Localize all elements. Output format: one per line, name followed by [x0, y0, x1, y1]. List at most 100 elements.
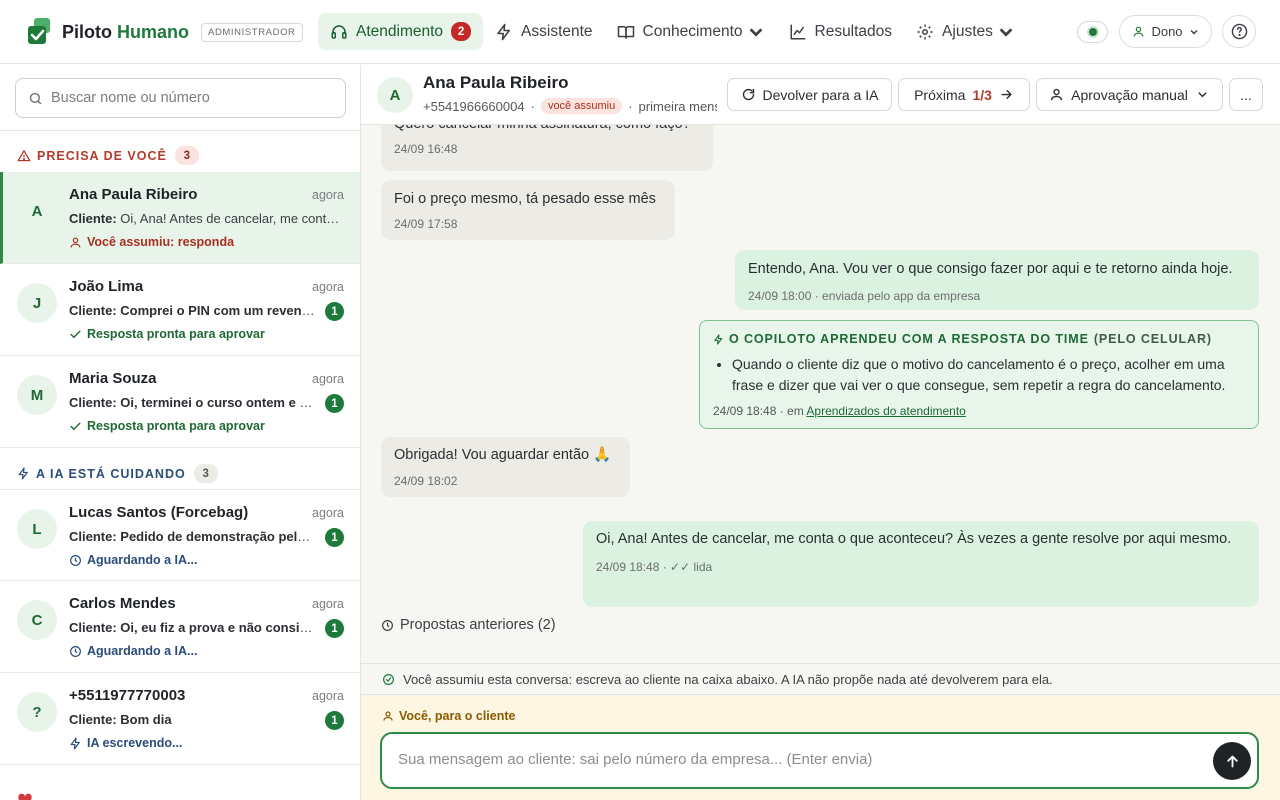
- chevron-down-icon: [1190, 29, 1198, 35]
- history-icon: [382, 619, 393, 631]
- atendimento-count-badge: 2: [451, 22, 472, 41]
- nav-ajustes[interactable]: Ajustes: [904, 13, 1027, 50]
- takeover-notice-text: Você assumiu esta conversa: escreva ao c…: [403, 671, 1053, 687]
- copilot-learning-card: O COPILOTO APRENDEU COM A RESPOSTA DO TI…: [699, 320, 1259, 429]
- refresh-icon: [742, 88, 754, 101]
- conversation-name: +5511977770003: [69, 687, 186, 704]
- clock-icon: [70, 554, 81, 566]
- conversation-time: agora: [312, 689, 344, 703]
- conversation-item[interactable]: L Lucas Santos (Forcebag) agora Cliente:…: [0, 489, 360, 581]
- headset-icon: [331, 24, 347, 39]
- contact-meta: +5541966660004 · você assumiu · primeira…: [423, 98, 717, 114]
- chevron-down-icon: [1198, 92, 1207, 98]
- learning-list: Quando o cliente diz que o motivo do can…: [732, 354, 1242, 396]
- message-time: 24/09 18:48 · ✓✓ lida: [596, 560, 713, 574]
- arrow-right-icon: [1001, 90, 1012, 99]
- message-text: Obrigada! Vou aguardar então 🙏: [394, 447, 612, 463]
- next-counter: 1/3: [972, 86, 992, 103]
- nav-conhecimento[interactable]: Conhecimento: [605, 13, 777, 50]
- section-needs-you-count: 3: [174, 146, 199, 165]
- conversation-status: IA escrevendo...: [69, 736, 182, 750]
- message-bubble-incoming: Obrigada! Vou aguardar então 🙏 24/09 18:…: [381, 437, 630, 497]
- conversation-item[interactable]: C Carlos Mendes agora Cliente: Oi, eu fi…: [0, 581, 360, 673]
- search-box[interactable]: [15, 78, 346, 118]
- conversation-item[interactable]: M Maria Souza agora Cliente: Oi, termine…: [0, 356, 360, 448]
- logo-icon: [26, 18, 52, 46]
- nav-resultados[interactable]: Resultados: [777, 13, 905, 50]
- conversation-preview: Cliente: Comprei o PIN com um revendedor…: [69, 303, 315, 318]
- section-ai-handling-title: A IA ESTÁ CUIDANDO: [36, 466, 186, 481]
- unread-badge: 1: [325, 528, 344, 547]
- search-icon: [29, 92, 42, 104]
- user-icon: [70, 237, 81, 247]
- bolt-icon: [497, 23, 511, 40]
- nav-ajustes-label: Ajustes: [942, 22, 993, 40]
- unread-badge: 1: [325, 619, 344, 638]
- avatar: L: [17, 509, 57, 549]
- message-time: 24/09 16:48: [394, 142, 458, 156]
- conversation-time: agora: [312, 188, 344, 202]
- avatar: A: [377, 77, 413, 113]
- conversation-item[interactable]: A Ana Paula Ribeiro agora Cliente: Oi, A…: [0, 172, 360, 264]
- message-bubble-incoming: Foi o preço mesmo, tá pesado esse mês 24…: [381, 180, 675, 240]
- next-conversation-button[interactable]: Próxima 1/3: [898, 78, 1030, 111]
- user-menu-label: Dono: [1151, 24, 1183, 39]
- message-input[interactable]: [398, 751, 1198, 768]
- nav-assistente[interactable]: Assistente: [483, 13, 605, 50]
- contact-meta-extra: primeira mensagem: [638, 98, 717, 114]
- chevron-down-icon: [999, 27, 1013, 37]
- heart-icon: [18, 793, 32, 800]
- conversation-item[interactable]: J João Lima agora Cliente: Comprei o PIN…: [0, 264, 360, 356]
- more-options-button[interactable]: ...: [1229, 78, 1263, 111]
- message-text: Entendo, Ana. Vou ver o que consigo faze…: [748, 261, 1233, 277]
- composer-label: Você, para o cliente: [382, 709, 515, 723]
- clock-icon: [70, 645, 81, 657]
- learning-footer: 24/09 18:48 · em Aprendizados do atendim…: [713, 404, 966, 418]
- message-bubble-outgoing: Oi, Ana! Antes de cancelar, me conta o q…: [583, 521, 1259, 607]
- contact-phone: +5541966660004: [423, 98, 525, 114]
- main-nav: Atendimento 2 Assistente Conhecimento Re…: [318, 13, 1027, 50]
- message-text: Quero cancelar minha assinatura, como fa…: [394, 125, 691, 136]
- search-input[interactable]: [51, 90, 331, 106]
- nav-resultados-label: Resultados: [814, 22, 893, 40]
- conversation-name: Maria Souza: [69, 370, 157, 387]
- conversation-sidebar: PRECISA DE VOCÊ 3 A Ana Paula Ribeiro ag…: [0, 65, 361, 800]
- online-dot: [1088, 28, 1097, 36]
- message-time: 24/09 18:02: [394, 474, 458, 488]
- conversation-item[interactable]: ? +5511977770003 agora Cliente: Bom dia …: [0, 673, 360, 765]
- avatar: ?: [17, 692, 57, 732]
- online-status-toggle[interactable]: [1077, 21, 1108, 43]
- previous-proposals-toggle[interactable]: Propostas anteriores (2): [381, 617, 556, 633]
- brand[interactable]: Piloto Humano ADMINISTRADOR: [26, 18, 303, 46]
- learning-item: Quando o cliente diz que o motivo do can…: [732, 354, 1242, 396]
- message-bubble-outgoing: Entendo, Ana. Vou ver o que consigo faze…: [735, 250, 1259, 310]
- conversation-name: Lucas Santos (Forcebag): [69, 504, 249, 521]
- conversation-name: Ana Paula Ribeiro: [69, 186, 198, 203]
- approval-mode-select[interactable]: Aprovação manual: [1036, 78, 1223, 111]
- chat-header: A Ana Paula Ribeiro +5541966660004 · voc…: [361, 65, 1280, 125]
- help-button[interactable]: [1222, 15, 1256, 48]
- check-circle-icon: [383, 673, 394, 685]
- unread-badge: 1: [325, 302, 344, 321]
- return-to-ai-button[interactable]: Devolver para a IA: [727, 78, 892, 111]
- user-menu-button[interactable]: Dono: [1119, 15, 1212, 48]
- conversation-preview: Cliente: Oi, terminei o curso ontem e o …: [69, 395, 315, 410]
- top-bar: Piloto Humano ADMINISTRADOR Atendimento …: [0, 0, 1280, 64]
- avatar: J: [17, 283, 57, 323]
- nav-assistente-label: Assistente: [521, 22, 593, 40]
- message-text: Foi o preço mesmo, tá pesado esse mês: [394, 191, 656, 207]
- learnings-link[interactable]: Aprendizados do atendimento: [806, 404, 965, 418]
- nav-atendimento[interactable]: Atendimento 2: [318, 13, 484, 50]
- nav-atendimento-label: Atendimento: [356, 22, 444, 40]
- send-button[interactable]: [1213, 742, 1251, 780]
- bolt-icon: [714, 333, 723, 345]
- conversation-preview: Cliente: Bom dia: [69, 712, 172, 727]
- conversation-status: Resposta pronta para aprovar: [69, 327, 265, 341]
- learning-title: O COPILOTO APRENDEU COM A RESPOSTA DO TI…: [713, 332, 1212, 346]
- contact-name: Ana Paula Ribeiro: [423, 73, 569, 92]
- composer-box: [380, 732, 1259, 789]
- unread-badge: 1: [325, 711, 344, 730]
- avatar: C: [17, 600, 57, 640]
- conversation-time: agora: [312, 280, 344, 294]
- help-icon: [1231, 23, 1247, 40]
